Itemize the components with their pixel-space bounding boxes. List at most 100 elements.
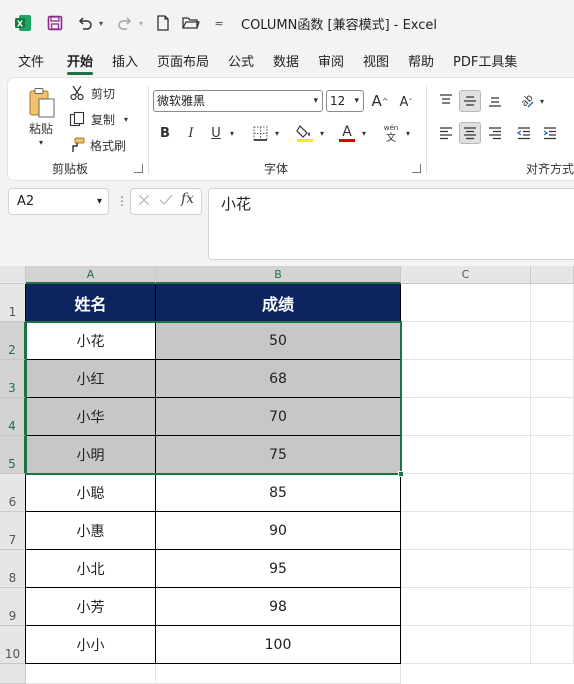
cancel-icon[interactable] xyxy=(137,193,153,209)
cell-d10[interactable] xyxy=(531,626,574,664)
row-header-11[interactable] xyxy=(0,664,26,684)
cell-d7[interactable] xyxy=(531,512,574,550)
row-header-8[interactable]: 8 xyxy=(0,550,26,588)
cell-a11[interactable] xyxy=(26,664,156,684)
cell-c3[interactable] xyxy=(401,360,531,398)
table-cell-name[interactable]: 小华 xyxy=(26,398,156,436)
table-cell-score[interactable]: 95 xyxy=(156,550,401,588)
table-cell-name[interactable]: 小聪 xyxy=(26,474,156,512)
paste-dropdown-icon[interactable]: ▾ xyxy=(34,136,48,148)
cell-c8[interactable] xyxy=(401,550,531,588)
table-cell-score[interactable]: 70 xyxy=(156,398,401,436)
paste-icon[interactable] xyxy=(26,86,58,120)
tab-insert[interactable]: 插入 xyxy=(112,50,138,76)
row-header-9[interactable]: 9 xyxy=(0,588,26,626)
table-cell-name[interactable]: 小惠 xyxy=(26,512,156,550)
new-file-icon[interactable] xyxy=(152,12,174,34)
cell-c10[interactable] xyxy=(401,626,531,664)
increase-font-size-icon[interactable]: A ^ xyxy=(370,90,390,112)
cell-d5[interactable] xyxy=(531,436,574,474)
table-cell-name[interactable]: 小北 xyxy=(26,550,156,588)
italic-button[interactable]: I xyxy=(182,122,200,144)
table-cell-name[interactable]: 小红 xyxy=(26,360,156,398)
column-header-a[interactable]: A xyxy=(26,266,156,284)
chevron-down-icon[interactable]: ▾ xyxy=(354,91,359,111)
phonetic-guide-icon[interactable]: wén 文 xyxy=(380,122,402,144)
column-header-b[interactable]: B xyxy=(156,266,401,284)
font-color-icon[interactable]: A xyxy=(336,122,358,144)
undo-icon[interactable] xyxy=(74,12,96,34)
decrease-font-size-icon[interactable]: Aˇ xyxy=(396,92,416,112)
row-header-7[interactable]: 7 xyxy=(0,512,26,550)
text-orientation-icon[interactable]: ab xyxy=(516,90,536,112)
header-score-cell[interactable]: 成绩 xyxy=(156,284,401,322)
save-icon[interactable] xyxy=(44,12,66,34)
fill-color-dropdown-icon[interactable]: ▾ xyxy=(317,126,327,140)
tab-review[interactable]: 审阅 xyxy=(318,50,344,76)
cell-c6[interactable] xyxy=(401,474,531,512)
cell-d6[interactable] xyxy=(531,474,574,512)
cell-c4[interactable] xyxy=(401,398,531,436)
tab-formulas[interactable]: 公式 xyxy=(228,50,254,76)
borders-icon[interactable] xyxy=(250,123,270,143)
row-header-2[interactable]: 2 xyxy=(0,322,26,360)
fill-color-icon[interactable] xyxy=(294,122,316,144)
cell-b11[interactable] xyxy=(156,664,401,684)
underline-button[interactable]: U xyxy=(207,122,225,144)
cell-c1[interactable] xyxy=(401,284,531,322)
copy-button[interactable]: 复制 xyxy=(88,110,118,128)
tab-view[interactable]: 视图 xyxy=(363,50,389,76)
table-cell-score[interactable]: 50 xyxy=(156,322,401,360)
font-dialog-launcher-icon[interactable] xyxy=(412,164,421,173)
chevron-down-icon[interactable]: ▾ xyxy=(313,91,318,111)
column-header-d[interactable] xyxy=(531,266,574,284)
cell-c5[interactable] xyxy=(401,436,531,474)
redo-icon[interactable] xyxy=(114,12,136,34)
name-box[interactable]: A2 ▾ xyxy=(8,188,109,215)
copy-icon[interactable] xyxy=(68,110,86,128)
tab-file[interactable]: 文件 xyxy=(18,50,44,76)
align-right-icon[interactable] xyxy=(485,122,505,144)
paste-button[interactable]: 粘贴 xyxy=(22,120,60,136)
insert-function-icon[interactable]: fx xyxy=(181,191,194,207)
align-left-icon[interactable] xyxy=(436,122,456,144)
cell-d1[interactable] xyxy=(531,284,574,322)
format-painter-button[interactable]: 格式刷 xyxy=(88,136,128,154)
align-center-icon[interactable] xyxy=(459,122,481,144)
phonetic-dropdown-icon[interactable]: ▾ xyxy=(403,126,413,140)
tab-page-layout[interactable]: 页面布局 xyxy=(157,50,209,76)
redo-dropdown-icon[interactable]: ▾ xyxy=(136,12,146,34)
cell-d4[interactable] xyxy=(531,398,574,436)
table-cell-score[interactable]: 85 xyxy=(156,474,401,512)
font-size-combo[interactable]: 12 ▾ xyxy=(326,90,364,112)
customize-toolbar-icon[interactable]: ≂ xyxy=(212,12,226,34)
table-cell-score[interactable]: 98 xyxy=(156,588,401,626)
cell-c2[interactable] xyxy=(401,322,531,360)
chevron-down-icon[interactable]: ▾ xyxy=(97,189,102,214)
table-cell-name[interactable]: 小小 xyxy=(26,626,156,664)
tab-home[interactable]: 开始 xyxy=(67,50,94,76)
cut-button[interactable]: 剪切 xyxy=(88,84,118,102)
header-name-cell[interactable]: 姓名 xyxy=(26,284,156,322)
enter-check-icon[interactable] xyxy=(158,193,174,209)
cell-c9[interactable] xyxy=(401,588,531,626)
orientation-dropdown-icon[interactable]: ▾ xyxy=(537,94,547,108)
tab-pdf-tools[interactable]: PDF工具集 xyxy=(453,50,517,76)
increase-indent-icon[interactable] xyxy=(540,122,560,144)
table-cell-name[interactable]: 小明 xyxy=(26,436,156,474)
formula-input[interactable]: 小花 xyxy=(208,188,574,260)
table-cell-name[interactable]: 小芳 xyxy=(26,588,156,626)
copy-dropdown-icon[interactable]: ▾ xyxy=(121,112,131,126)
table-cell-name[interactable]: 小花 xyxy=(26,322,156,360)
tab-data[interactable]: 数据 xyxy=(273,50,299,76)
table-cell-score[interactable]: 68 xyxy=(156,360,401,398)
font-color-dropdown-icon[interactable]: ▾ xyxy=(359,126,369,140)
decrease-indent-icon[interactable] xyxy=(514,122,534,144)
cell-d9[interactable] xyxy=(531,588,574,626)
cell-c7[interactable] xyxy=(401,512,531,550)
align-middle-icon[interactable] xyxy=(459,90,481,112)
align-bottom-icon[interactable] xyxy=(485,90,505,112)
table-cell-score[interactable]: 90 xyxy=(156,512,401,550)
align-top-icon[interactable] xyxy=(436,90,456,110)
cell-d3[interactable] xyxy=(531,360,574,398)
